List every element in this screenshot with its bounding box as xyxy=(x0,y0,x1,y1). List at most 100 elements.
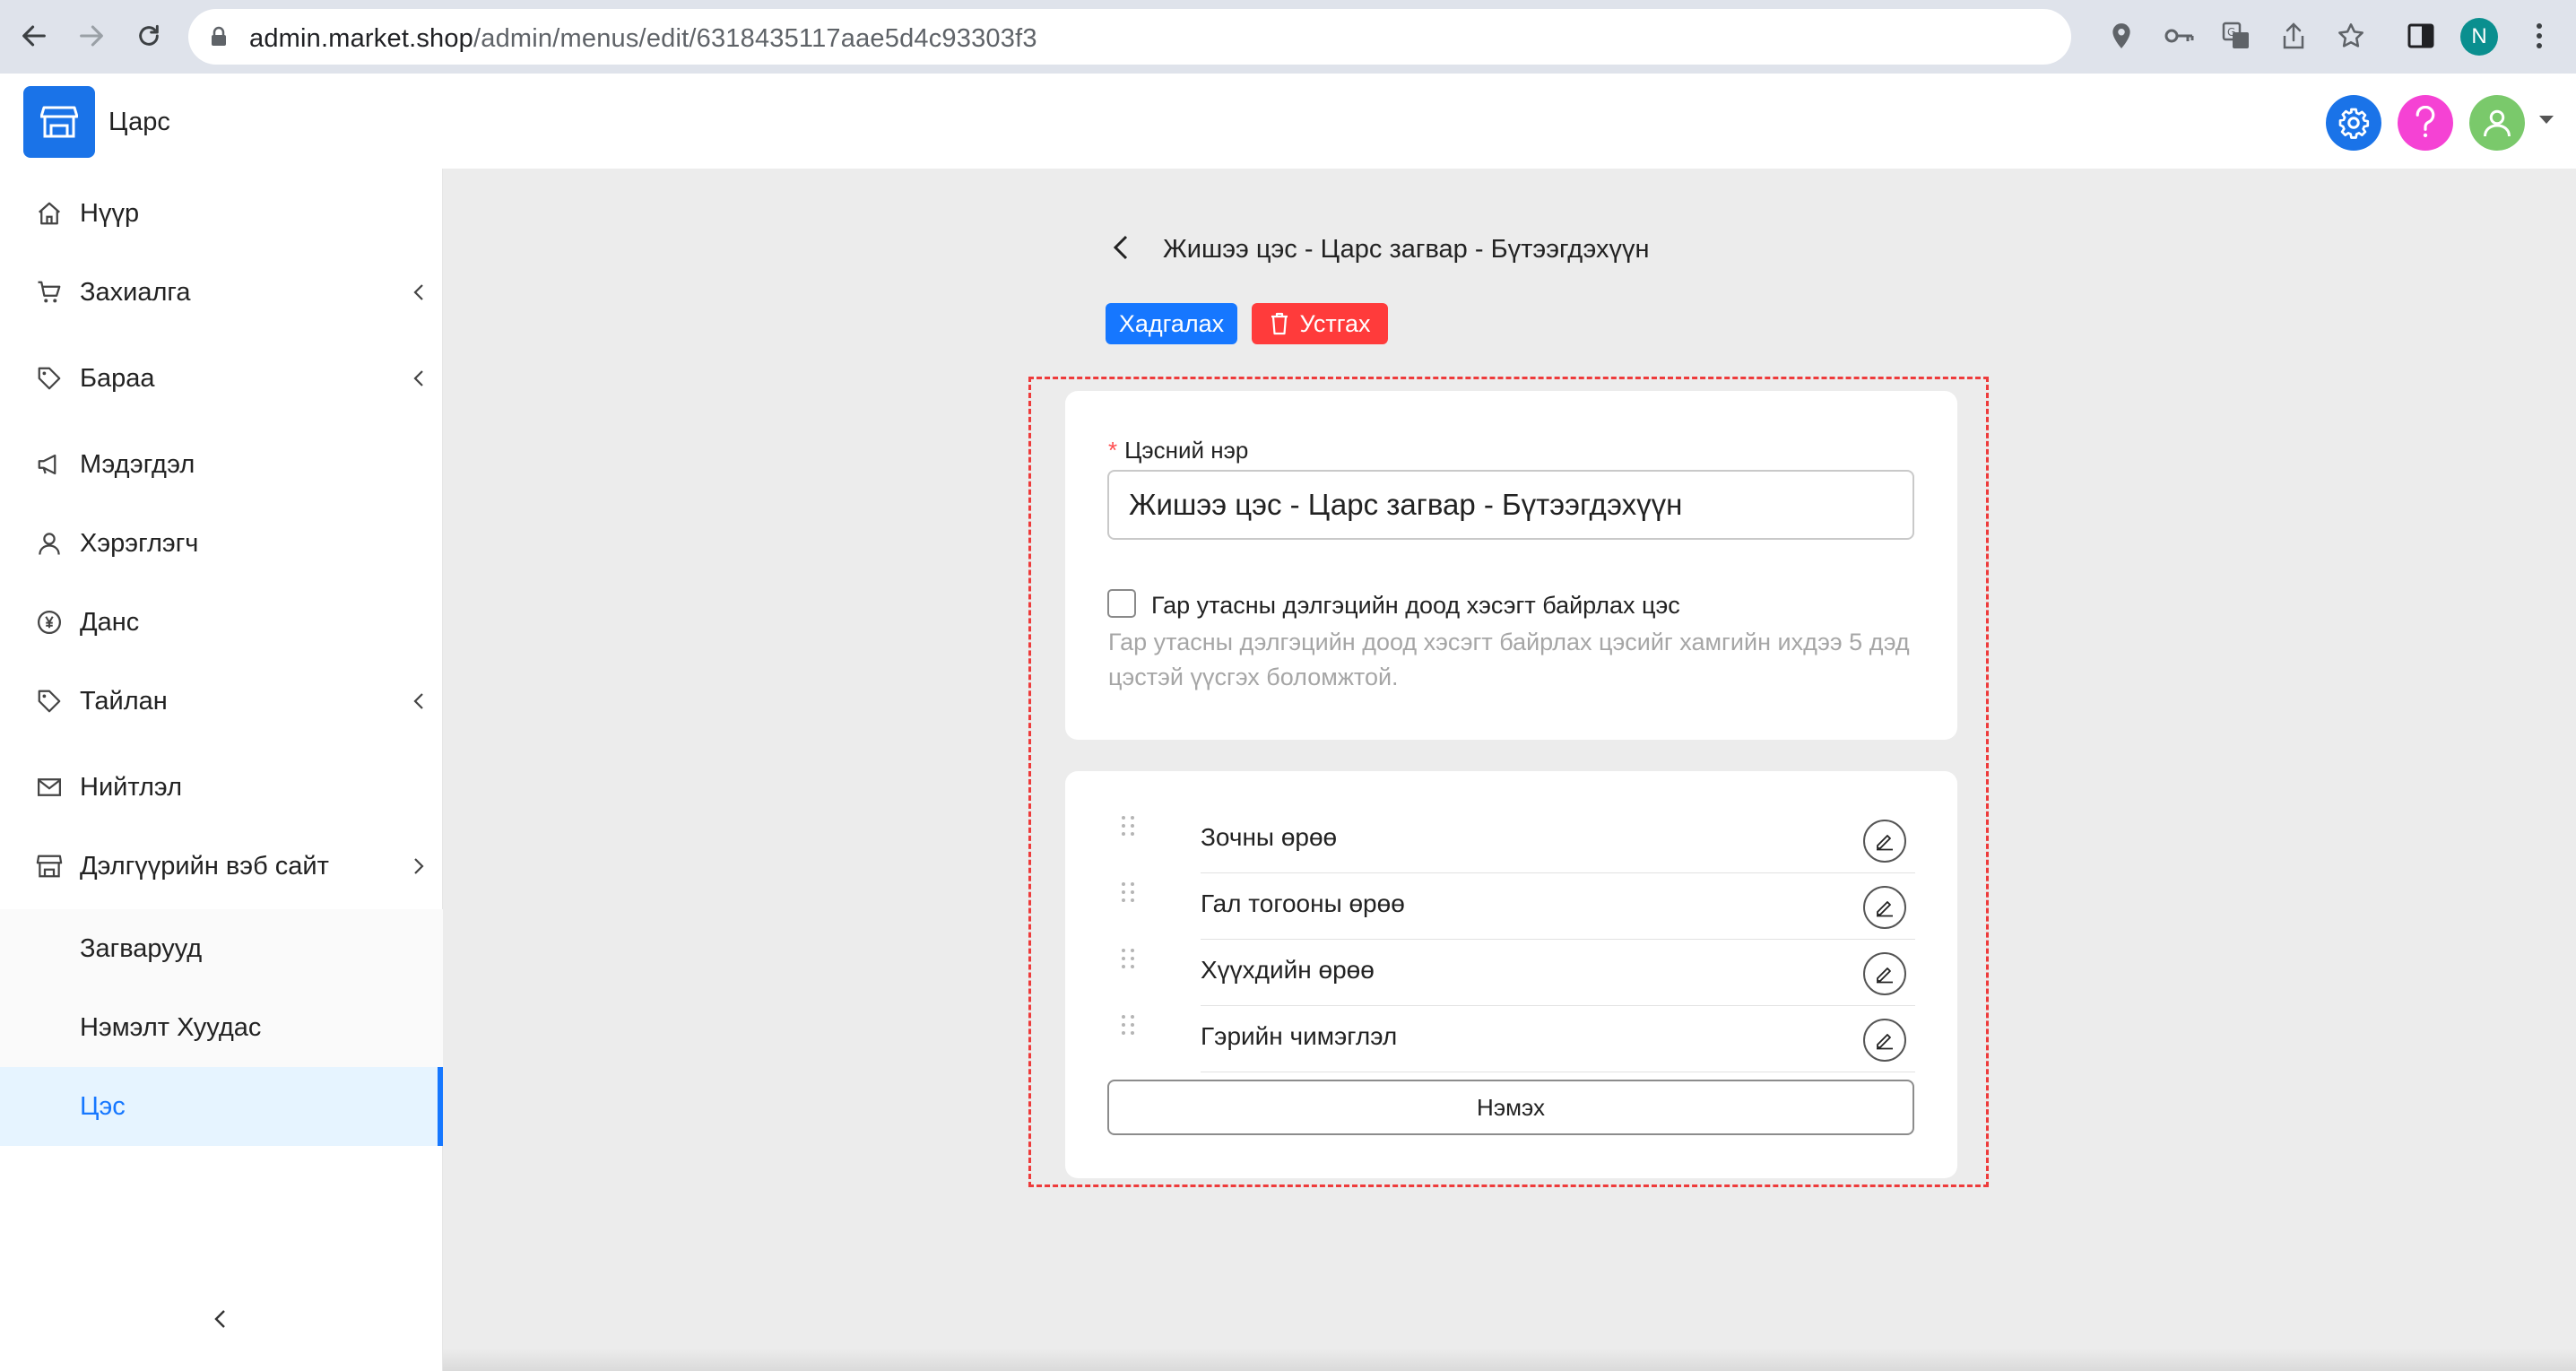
mobile-bottom-menu-checkbox[interactable] xyxy=(1107,589,1136,618)
sidebar-item-label: Нийтлэл xyxy=(80,772,182,802)
app-header: Царс xyxy=(0,74,2576,169)
add-menu-item-button[interactable]: Нэмэх xyxy=(1107,1080,1914,1135)
delete-label: Устгах xyxy=(1299,309,1371,337)
menu-name-input[interactable] xyxy=(1107,470,1914,540)
chevron-right-icon xyxy=(407,855,430,878)
sidebar-item-notifications[interactable]: Мэдэгдэл xyxy=(0,429,443,500)
page-title: Жишээ цэс - Царс загвар - Бүтээгдэхүүн xyxy=(1163,235,1650,264)
bookmark-star-icon[interactable] xyxy=(2333,18,2369,54)
sidebar-item-label: Бараа xyxy=(80,363,155,393)
sidebar-item-website[interactable]: Дэлгүүрийн вэб сайт xyxy=(0,830,443,902)
sidebar-item-label: Дэлгүүрийн вэб сайт xyxy=(80,851,329,881)
sidebar-item-label: Мэдэгдэл xyxy=(80,449,195,479)
sidebar-item-posts[interactable]: Нийтлэл xyxy=(0,751,443,823)
user-icon xyxy=(34,528,65,559)
browser-forward-button[interactable] xyxy=(72,16,111,56)
url-text: admin.market.shop/admin/menus/edit/63184… xyxy=(249,24,1037,54)
menu-item-row[interactable]: Гэрийн чимэглэл xyxy=(1108,1006,1915,1072)
sidebar-item-reports[interactable]: Тайлан xyxy=(0,665,443,737)
sidebar-item-templates[interactable]: Загварууд xyxy=(0,909,443,988)
mail-icon xyxy=(34,772,65,803)
menu-item-row[interactable]: Хүүхдийн өрөө xyxy=(1108,940,1915,1006)
question-icon xyxy=(2416,106,2435,138)
pencil-icon xyxy=(1877,1034,1893,1050)
sidebar-item-label: Цэс xyxy=(80,1091,126,1121)
browser-reload-button[interactable] xyxy=(129,16,169,56)
drag-handle-icon[interactable] xyxy=(1119,814,1137,839)
sidebar-item-users[interactable]: Хэрэглэгч xyxy=(0,508,443,579)
edit-menu-item-button[interactable] xyxy=(1863,886,1906,929)
megaphone-icon xyxy=(34,449,65,480)
trash-icon xyxy=(1271,312,1288,335)
store-icon xyxy=(34,851,65,881)
menu-item-label: Хүүхдийн өрөө xyxy=(1201,956,1375,984)
sidebar-item-menus[interactable]: Цэс xyxy=(0,1067,443,1146)
lock-icon xyxy=(210,26,228,52)
sidebar-item-label: Данс xyxy=(80,607,140,637)
sidebar-item-label: Нүүр xyxy=(80,198,140,228)
bottom-edge xyxy=(443,1349,2576,1371)
user-icon xyxy=(2484,109,2511,137)
store-name: Царс xyxy=(108,108,170,136)
store-icon xyxy=(40,106,78,138)
sidebar: Нүүр Захиалга Бараа Мэдэгдэл Хэрэглэгч Д… xyxy=(0,169,443,1371)
currency-icon xyxy=(34,607,65,638)
sidebar-item-orders[interactable]: Захиалга xyxy=(0,256,443,328)
mobile-bottom-menu-label: Гар утасны дэлгэцийн доод хэсэгт байрлах… xyxy=(1151,592,1680,619)
side-panel-icon[interactable] xyxy=(2403,18,2439,54)
menu-item-label: Зочны өрөө xyxy=(1201,823,1338,851)
edit-menu-item-button[interactable] xyxy=(1863,820,1906,863)
home-icon xyxy=(34,198,65,229)
gear-icon xyxy=(2338,108,2370,139)
sidebar-item-label: Хэрэглэгч xyxy=(80,528,199,558)
sidebar-item-products[interactable]: Бараа xyxy=(0,343,443,414)
tag-icon xyxy=(34,363,65,394)
menu-item-row[interactable]: Гал тогооны өрөө xyxy=(1108,873,1915,940)
menu-item-label: Гэрийн чимэглэл xyxy=(1201,1022,1398,1050)
sidebar-item-extra-pages[interactable]: Нэмэлт Хуудас xyxy=(0,988,443,1067)
drag-handle-icon[interactable] xyxy=(1119,947,1137,972)
cart-icon xyxy=(34,277,65,308)
drag-handle-icon[interactable] xyxy=(1119,1013,1137,1038)
sidebar-submenu: Загварууд Нэмэлт Хуудас Цэс xyxy=(0,909,443,1146)
settings-button[interactable] xyxy=(2326,95,2381,151)
drag-handle-icon[interactable] xyxy=(1119,881,1137,906)
menu-item-label: Гал тогооны өрөө xyxy=(1201,889,1405,917)
share-icon[interactable] xyxy=(2276,18,2311,54)
key-icon[interactable] xyxy=(2161,18,2197,54)
sidebar-item-home[interactable]: Нүүр xyxy=(0,178,443,249)
sidebar-item-label: Загварууд xyxy=(80,933,203,963)
edit-menu-item-button[interactable] xyxy=(1863,1019,1906,1062)
chevron-left-icon xyxy=(1113,235,1128,260)
store-logo[interactable] xyxy=(23,86,95,158)
sidebar-item-label: Нэмэлт Хуудас xyxy=(80,1012,262,1042)
browser-profile-avatar[interactable]: N xyxy=(2460,18,2498,56)
location-icon[interactable] xyxy=(2103,18,2139,54)
sidebar-collapse-button[interactable] xyxy=(206,1306,233,1332)
menu-item-row[interactable]: Зочны өрөө xyxy=(1108,807,1915,873)
sidebar-item-label: Тайлан xyxy=(80,686,168,716)
sidebar-item-account[interactable]: Данс xyxy=(0,586,443,658)
back-button[interactable] xyxy=(1105,231,1137,264)
browser-toolbar: admin.market.shop/admin/menus/edit/63184… xyxy=(0,0,2576,74)
pencil-icon xyxy=(1877,835,1893,851)
tag-icon xyxy=(34,686,65,716)
url-host: admin.market.shop xyxy=(249,24,474,53)
address-bar[interactable]: admin.market.shop/admin/menus/edit/63184… xyxy=(188,9,2071,65)
translate-icon[interactable]: G xyxy=(2218,18,2254,54)
menu-name-label: * Цэсний нэр xyxy=(1108,437,1249,464)
help-button[interactable] xyxy=(2398,95,2453,151)
pencil-icon xyxy=(1877,968,1893,984)
svg-text:G: G xyxy=(2227,26,2235,39)
url-path: /admin/menus/edit/6318435117aae5d4c93303… xyxy=(473,24,1037,53)
user-menu-caret-icon[interactable] xyxy=(2537,114,2555,131)
user-avatar[interactable] xyxy=(2469,95,2525,151)
browser-back-button[interactable] xyxy=(14,16,54,56)
delete-button[interactable]: Устгах xyxy=(1252,303,1388,344)
save-button[interactable]: Хадгалах xyxy=(1106,303,1237,344)
edit-menu-item-button[interactable] xyxy=(1863,952,1906,995)
browser-menu-icon[interactable] xyxy=(2521,18,2557,54)
chevron-left-icon xyxy=(407,367,430,390)
mobile-bottom-menu-help: Гар утасны дэлгэцийн доод хэсэгт байрлах… xyxy=(1108,629,1910,690)
chevron-left-icon xyxy=(214,1310,225,1328)
